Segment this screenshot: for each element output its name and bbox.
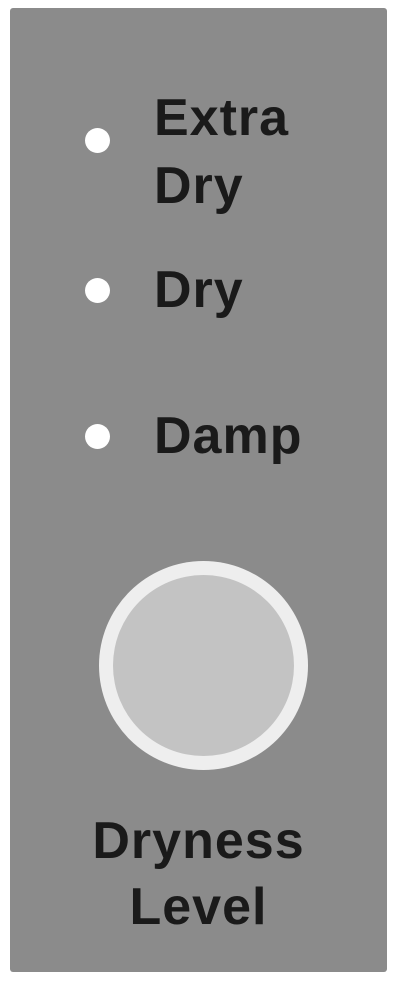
extra-dry-label-line1: Extra [154, 89, 290, 147]
dryness-control-panel: Extra Dry Dry Damp Dryness Level [10, 8, 387, 972]
dry-indicator-light [85, 278, 110, 303]
extra-dry-label-line2: Dry [154, 157, 244, 215]
extra-dry-indicator-light [85, 128, 110, 153]
extra-dry-label: Extra Dry [154, 84, 289, 220]
dryness-level-label: Dryness Level [10, 808, 387, 940]
dryness-level-label-line2: Level [129, 878, 268, 936]
dry-label: Dry [154, 261, 244, 319]
damp-label: Damp [154, 407, 303, 465]
dryness-level-button[interactable] [113, 575, 294, 756]
damp-indicator-light [85, 424, 110, 449]
dryness-level-label-line1: Dryness [92, 812, 305, 870]
